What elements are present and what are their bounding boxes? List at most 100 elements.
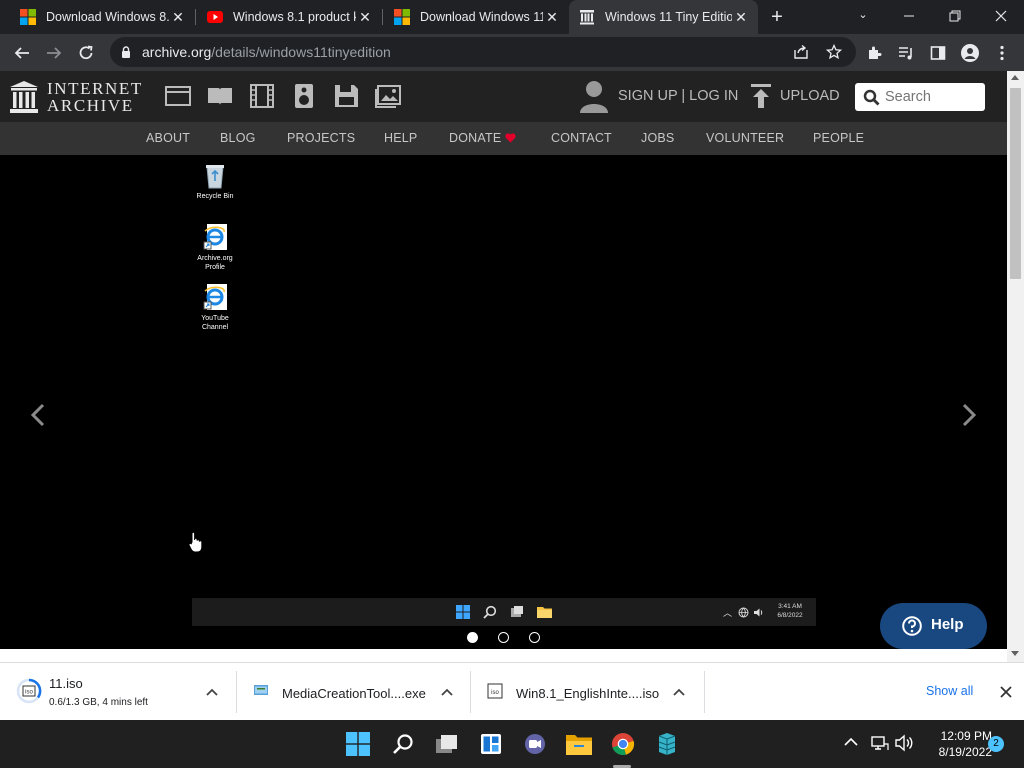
- download-item-win81-iso[interactable]: iso Win8.1_EnglishInte....iso: [471, 663, 704, 721]
- lock-icon[interactable]: [121, 46, 131, 58]
- search-box[interactable]: [855, 83, 985, 111]
- help-label: Help: [931, 616, 964, 633]
- bookmark-star-icon[interactable]: [826, 44, 842, 60]
- download-filename: MediaCreationTool....exe: [282, 686, 426, 701]
- nav-about[interactable]: ABOUT: [146, 131, 190, 145]
- scroll-down-arrow-icon[interactable]: [1011, 651, 1019, 656]
- hand-cursor-icon: [188, 531, 203, 553]
- media-control-icon[interactable]: [890, 34, 922, 71]
- chevron-up-icon[interactable]: [673, 688, 685, 696]
- images-icon[interactable]: [375, 84, 401, 108]
- minimize-icon[interactable]: [886, 0, 932, 32]
- ia-logo[interactable]: INTERNET ARCHIVE: [10, 80, 145, 115]
- nav-blog[interactable]: BLOG: [220, 131, 256, 145]
- nav-jobs[interactable]: JOBS: [641, 131, 674, 145]
- volume-icon[interactable]: [895, 734, 913, 752]
- network-icon[interactable]: [871, 734, 889, 752]
- web-icon[interactable]: [165, 84, 191, 108]
- forward-icon[interactable]: [38, 34, 70, 71]
- url-text[interactable]: archive.org/details/windows11tinyedition: [142, 44, 391, 60]
- side-panel-icon[interactable]: [922, 34, 954, 71]
- chevron-left-icon[interactable]: [30, 403, 46, 427]
- texts-book-icon[interactable]: [207, 84, 233, 108]
- nav-volunteer[interactable]: VOLUNTEER: [706, 131, 784, 145]
- teams-chat-button[interactable]: [519, 728, 551, 760]
- download-item-mediacreationtool[interactable]: MediaCreationTool....exe: [237, 663, 470, 721]
- file-explorer-icon: [537, 607, 552, 618]
- close-tab-icon[interactable]: ✕: [356, 9, 374, 26]
- chrome-taskbar-button[interactable]: [607, 728, 639, 760]
- microsoft-icon: [394, 9, 410, 25]
- user-avatar-icon[interactable]: [579, 80, 609, 113]
- carousel-dot-2[interactable]: [498, 632, 509, 643]
- tab-download-windows-11[interactable]: Download Windows 11 ✕: [384, 0, 569, 34]
- download-filename: 11.iso: [49, 676, 83, 691]
- start-button[interactable]: [342, 728, 374, 760]
- upload-icon[interactable]: [750, 84, 772, 108]
- app-taskbar-button[interactable]: [651, 728, 683, 760]
- tab-windows-81-product-key[interactable]: Windows 8.1 product k ✕: [197, 0, 382, 34]
- show-all-downloads-link[interactable]: Show all: [926, 684, 973, 698]
- reload-icon[interactable]: [70, 34, 102, 71]
- image-carousel: Recycle Bin Archive.org Profile YouTube …: [0, 155, 1007, 649]
- tab-divider: [195, 9, 196, 25]
- download-item-11-iso[interactable]: iso 11.iso 0.6/1.3 GB, 4 mins left: [0, 663, 236, 721]
- database-app-icon: [658, 733, 676, 755]
- clock-date: 8/19/2022: [938, 745, 992, 759]
- close-tab-icon[interactable]: ✕: [543, 9, 561, 26]
- scroll-up-arrow-icon[interactable]: [1011, 75, 1019, 80]
- task-view-button[interactable]: [431, 728, 463, 760]
- tab-download-windows-81[interactable]: Download Windows 8.1 ✕: [10, 0, 195, 34]
- software-floppy-icon[interactable]: [333, 84, 359, 108]
- back-icon[interactable]: [6, 34, 38, 71]
- chevron-up-icon: [844, 737, 858, 746]
- close-tab-icon[interactable]: ✕: [732, 9, 750, 26]
- archive-profile-desktop-icon: Archive.org Profile: [190, 223, 240, 272]
- share-icon[interactable]: [793, 44, 809, 60]
- address-bar[interactable]: archive.org/details/windows11tinyedition: [110, 37, 856, 67]
- close-download-bar-icon[interactable]: [1000, 686, 1012, 698]
- help-button[interactable]: Help: [880, 603, 987, 649]
- page-scrollbar[interactable]: [1007, 71, 1024, 662]
- nav-donate[interactable]: DONATE: [449, 131, 501, 145]
- menu-kebab-icon[interactable]: [986, 34, 1018, 71]
- notification-count-badge[interactable]: 2: [988, 736, 1004, 752]
- file-explorer-button[interactable]: [563, 728, 595, 760]
- profile-icon[interactable]: [954, 34, 986, 71]
- show-hidden-icons-button[interactable]: [844, 734, 858, 752]
- nav-contact[interactable]: CONTACT: [551, 131, 612, 145]
- microsoft-icon: [20, 9, 36, 25]
- url-host: archive.org: [142, 44, 212, 60]
- taskbar-search-button[interactable]: [387, 728, 419, 760]
- carousel-dot-1[interactable]: [467, 632, 478, 643]
- windows-taskbar: 12:09 PM 8/19/2022 2: [0, 720, 1024, 768]
- restore-icon[interactable]: [932, 0, 978, 32]
- scrollbar-thumb[interactable]: [1010, 88, 1021, 279]
- ia-top-nav: ABOUT BLOG PROJECTS HELP DONATE CONTACT …: [0, 122, 1007, 155]
- nav-help[interactable]: HELP: [384, 131, 417, 145]
- volume-icon: [754, 608, 763, 617]
- upload-link[interactable]: UPLOAD: [780, 88, 840, 104]
- carousel-dot-3[interactable]: [529, 632, 540, 643]
- search-icon[interactable]: [863, 89, 880, 106]
- tab-windows-11-tiny-edition[interactable]: Windows 11 Tiny Edition ✕: [569, 0, 758, 34]
- new-tab-icon[interactable]: +: [766, 6, 788, 28]
- signup-login-link[interactable]: SIGN UP | LOG IN: [618, 88, 738, 104]
- taskbar-clock[interactable]: 12:09 PM 8/19/2022: [918, 728, 992, 760]
- audio-speaker-icon[interactable]: [291, 84, 317, 108]
- windows-start-icon: [346, 732, 370, 756]
- extensions-icon[interactable]: [858, 34, 890, 71]
- url-path: /details/windows11tinyedition: [211, 44, 391, 60]
- tab-search-chevron-icon[interactable]: ⌄: [840, 0, 886, 32]
- widgets-button[interactable]: [475, 728, 507, 760]
- chevron-up-icon[interactable]: [206, 688, 218, 696]
- nav-projects[interactable]: PROJECTS: [287, 131, 355, 145]
- search-input[interactable]: [883, 87, 979, 107]
- download-progress-ring-icon: iso: [16, 678, 42, 704]
- nav-people[interactable]: PEOPLE: [813, 131, 864, 145]
- close-tab-icon[interactable]: ✕: [169, 9, 187, 26]
- video-film-icon[interactable]: [249, 84, 275, 108]
- chevron-up-icon[interactable]: [441, 688, 453, 696]
- chevron-right-icon[interactable]: [961, 403, 977, 427]
- close-window-icon[interactable]: [978, 0, 1024, 32]
